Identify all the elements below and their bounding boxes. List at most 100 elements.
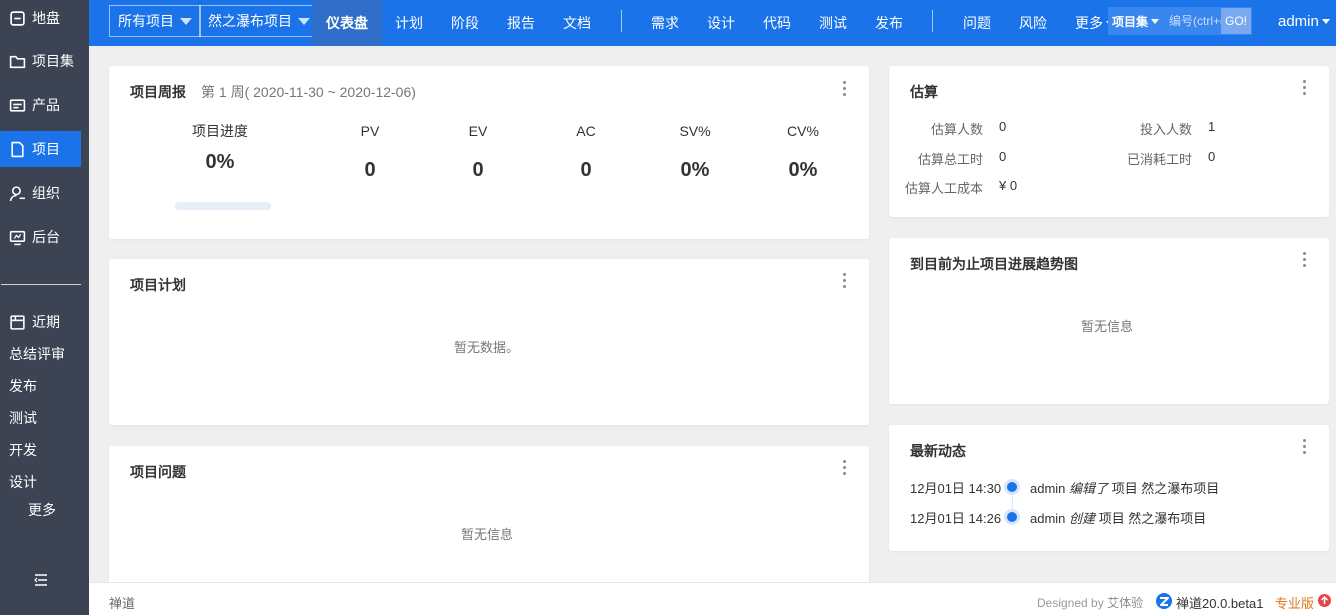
metric-value-sv: 0%: [680, 159, 710, 181]
sidebar-item-program[interactable]: 项目集: [0, 43, 81, 79]
version-label[interactable]: 禅道20.0.beta1: [1176, 593, 1263, 612]
sidebar-item-organization[interactable]: 组织: [0, 175, 81, 211]
sidebar-item-project[interactable]: 项目: [0, 131, 81, 167]
sidebar-item-recent[interactable]: 近期: [0, 304, 81, 340]
dynamic-time: 12月01日 14:30: [910, 481, 1002, 496]
home-icon: [9, 10, 26, 27]
sidebar-item-admin[interactable]: 后台: [0, 219, 81, 255]
recent-item-release[interactable]: 发布: [9, 376, 37, 396]
sidebar-item-label: 产品: [32, 97, 60, 113]
program-switcher[interactable]: 所有项目: [109, 5, 201, 37]
project-issues-card: 项目问题 暂无信息: [109, 446, 869, 586]
dynamic-action: 创建: [1069, 511, 1096, 526]
card-title: 到目前为止项目进展趋势图: [910, 256, 1078, 272]
tab-risk[interactable]: 风险: [1019, 0, 1047, 46]
dynamic-object: 项目 然之瀑布项目: [1098, 511, 1207, 526]
sidebar-item-label: 地盘: [32, 10, 60, 26]
timeline-dot: [1007, 512, 1017, 522]
latest-dynamics-card: 最新动态 12月01日 14:30 admin 编辑了 项目 然之瀑布项目 12…: [889, 425, 1329, 551]
sidebar-item-label: 组织: [32, 185, 60, 201]
card-title: 项目计划: [130, 277, 186, 293]
product-icon: [9, 97, 26, 114]
recent-icon: [9, 314, 26, 331]
search-input[interactable]: [1163, 7, 1222, 35]
progress-label: 项目进度: [192, 123, 248, 139]
recent-item-test[interactable]: 测试: [9, 408, 37, 428]
tab-code[interactable]: 代码: [763, 0, 791, 46]
tab-doc[interactable]: 文档: [563, 0, 591, 46]
designed-by-name[interactable]: 艾体验: [1107, 596, 1143, 610]
more-actions-icon[interactable]: [838, 458, 850, 478]
sidebar-item-label: 项目集: [32, 53, 74, 69]
recent-item-dev[interactable]: 开发: [9, 440, 37, 460]
dynamic-time: 12月01日 14:26: [910, 511, 1002, 526]
search-type-select[interactable]: 项目集: [1108, 7, 1163, 35]
tab-dashboard[interactable]: 仪表盘: [312, 0, 382, 46]
tab-stage[interactable]: 阶段: [451, 0, 479, 46]
empty-message: 暂无数据。: [454, 340, 520, 355]
caret-down-icon: [180, 17, 192, 25]
estimate-value: 0: [999, 149, 1007, 164]
tab-report[interactable]: 报告: [507, 0, 535, 46]
dynamic-item[interactable]: admin 创建 项目 然之瀑布项目: [1030, 508, 1206, 527]
estimate-value: 1: [1208, 119, 1216, 134]
tab-test[interactable]: 测试: [819, 0, 847, 46]
sidebar-item-dashboard[interactable]: 地盘: [0, 0, 81, 36]
estimate-label: 估算人数: [930, 122, 983, 137]
tab-release[interactable]: 发布: [875, 0, 903, 46]
metric-value-cv: 0%: [788, 159, 818, 181]
estimate-label: 估算人工成本: [904, 181, 983, 196]
recent-more-link[interactable]: 更多: [28, 500, 56, 520]
recent-item-design[interactable]: 设计: [9, 472, 37, 492]
global-search: 项目集 GO!: [1108, 7, 1253, 35]
sidebar-item-product[interactable]: 产品: [0, 87, 81, 123]
more-actions-icon[interactable]: [1298, 250, 1310, 270]
dynamic-action: 编辑了: [1069, 481, 1109, 496]
user-icon: [9, 185, 26, 202]
tab-story[interactable]: 需求: [651, 0, 679, 46]
empty-message: 暂无信息: [461, 527, 514, 542]
collapse-menu-icon[interactable]: [32, 571, 50, 589]
tab-more-label: 更多: [1075, 15, 1103, 31]
project-switcher[interactable]: 然之瀑布项目: [199, 5, 319, 37]
dynamic-item[interactable]: admin 编辑了 项目 然之瀑布项目: [1030, 478, 1219, 497]
metric-label-sv: SV%: [679, 123, 711, 139]
estimate-value: 0: [999, 119, 1007, 134]
estimate-card: 估算 估算人数 0 投入人数 1 估算总工时 0 已消耗工时 0 估算人工成本 …: [889, 66, 1329, 217]
upgrade-arrow-icon[interactable]: [1318, 594, 1331, 607]
estimate-label: 投入人数: [1139, 122, 1192, 137]
tab-plan[interactable]: 计划: [395, 0, 423, 46]
metric-label-ev: EV: [468, 123, 488, 139]
more-actions-icon[interactable]: [1298, 78, 1310, 98]
empty-message: 暂无信息: [1081, 319, 1134, 334]
tab-design[interactable]: 设计: [707, 0, 735, 46]
metric-value-ac: 0: [580, 159, 592, 181]
more-actions-icon[interactable]: [838, 271, 850, 291]
footer: 禅道 Designed by 艾体验 禅道20.0.beta1 专业版: [89, 582, 1336, 615]
estimate-value: 0: [1208, 149, 1216, 164]
user-menu[interactable]: admin: [1278, 0, 1330, 42]
edition-label[interactable]: 专业版: [1275, 593, 1314, 612]
designed-by-prefix: Designed by: [1037, 596, 1104, 610]
search-type-label: 项目集: [1112, 14, 1149, 29]
program-switcher-label: 所有项目: [118, 13, 174, 29]
monitor-icon: [9, 229, 26, 246]
top-navbar: 所有项目 然之瀑布项目 仪表盘 计划 阶段 报告 文档 需求 设计 代码 测试 …: [89, 0, 1336, 46]
dynamic-user: admin: [1030, 511, 1066, 526]
file-icon: [9, 141, 26, 158]
footer-breadcrumb[interactable]: 禅道: [109, 593, 135, 612]
metric-label-cv: CV%: [787, 123, 819, 139]
dynamic-object: 项目 然之瀑布项目: [1111, 481, 1220, 496]
search-go-button[interactable]: GO!: [1221, 8, 1252, 34]
nav-separator: [932, 10, 933, 32]
tab-issue[interactable]: 问题: [963, 0, 991, 46]
sidebar-item-label: 项目: [32, 141, 60, 157]
more-actions-icon[interactable]: [1298, 437, 1310, 457]
recent-item-review[interactable]: 总结评审: [9, 344, 65, 364]
card-title: 最新动态: [910, 443, 966, 459]
more-actions-icon[interactable]: [838, 79, 850, 99]
card-title: 项目问题: [130, 464, 186, 480]
trend-chart-card: 到目前为止项目进展趋势图 暂无信息: [889, 238, 1329, 404]
progress-bar: [175, 202, 271, 210]
caret-down-icon: [1321, 18, 1330, 24]
